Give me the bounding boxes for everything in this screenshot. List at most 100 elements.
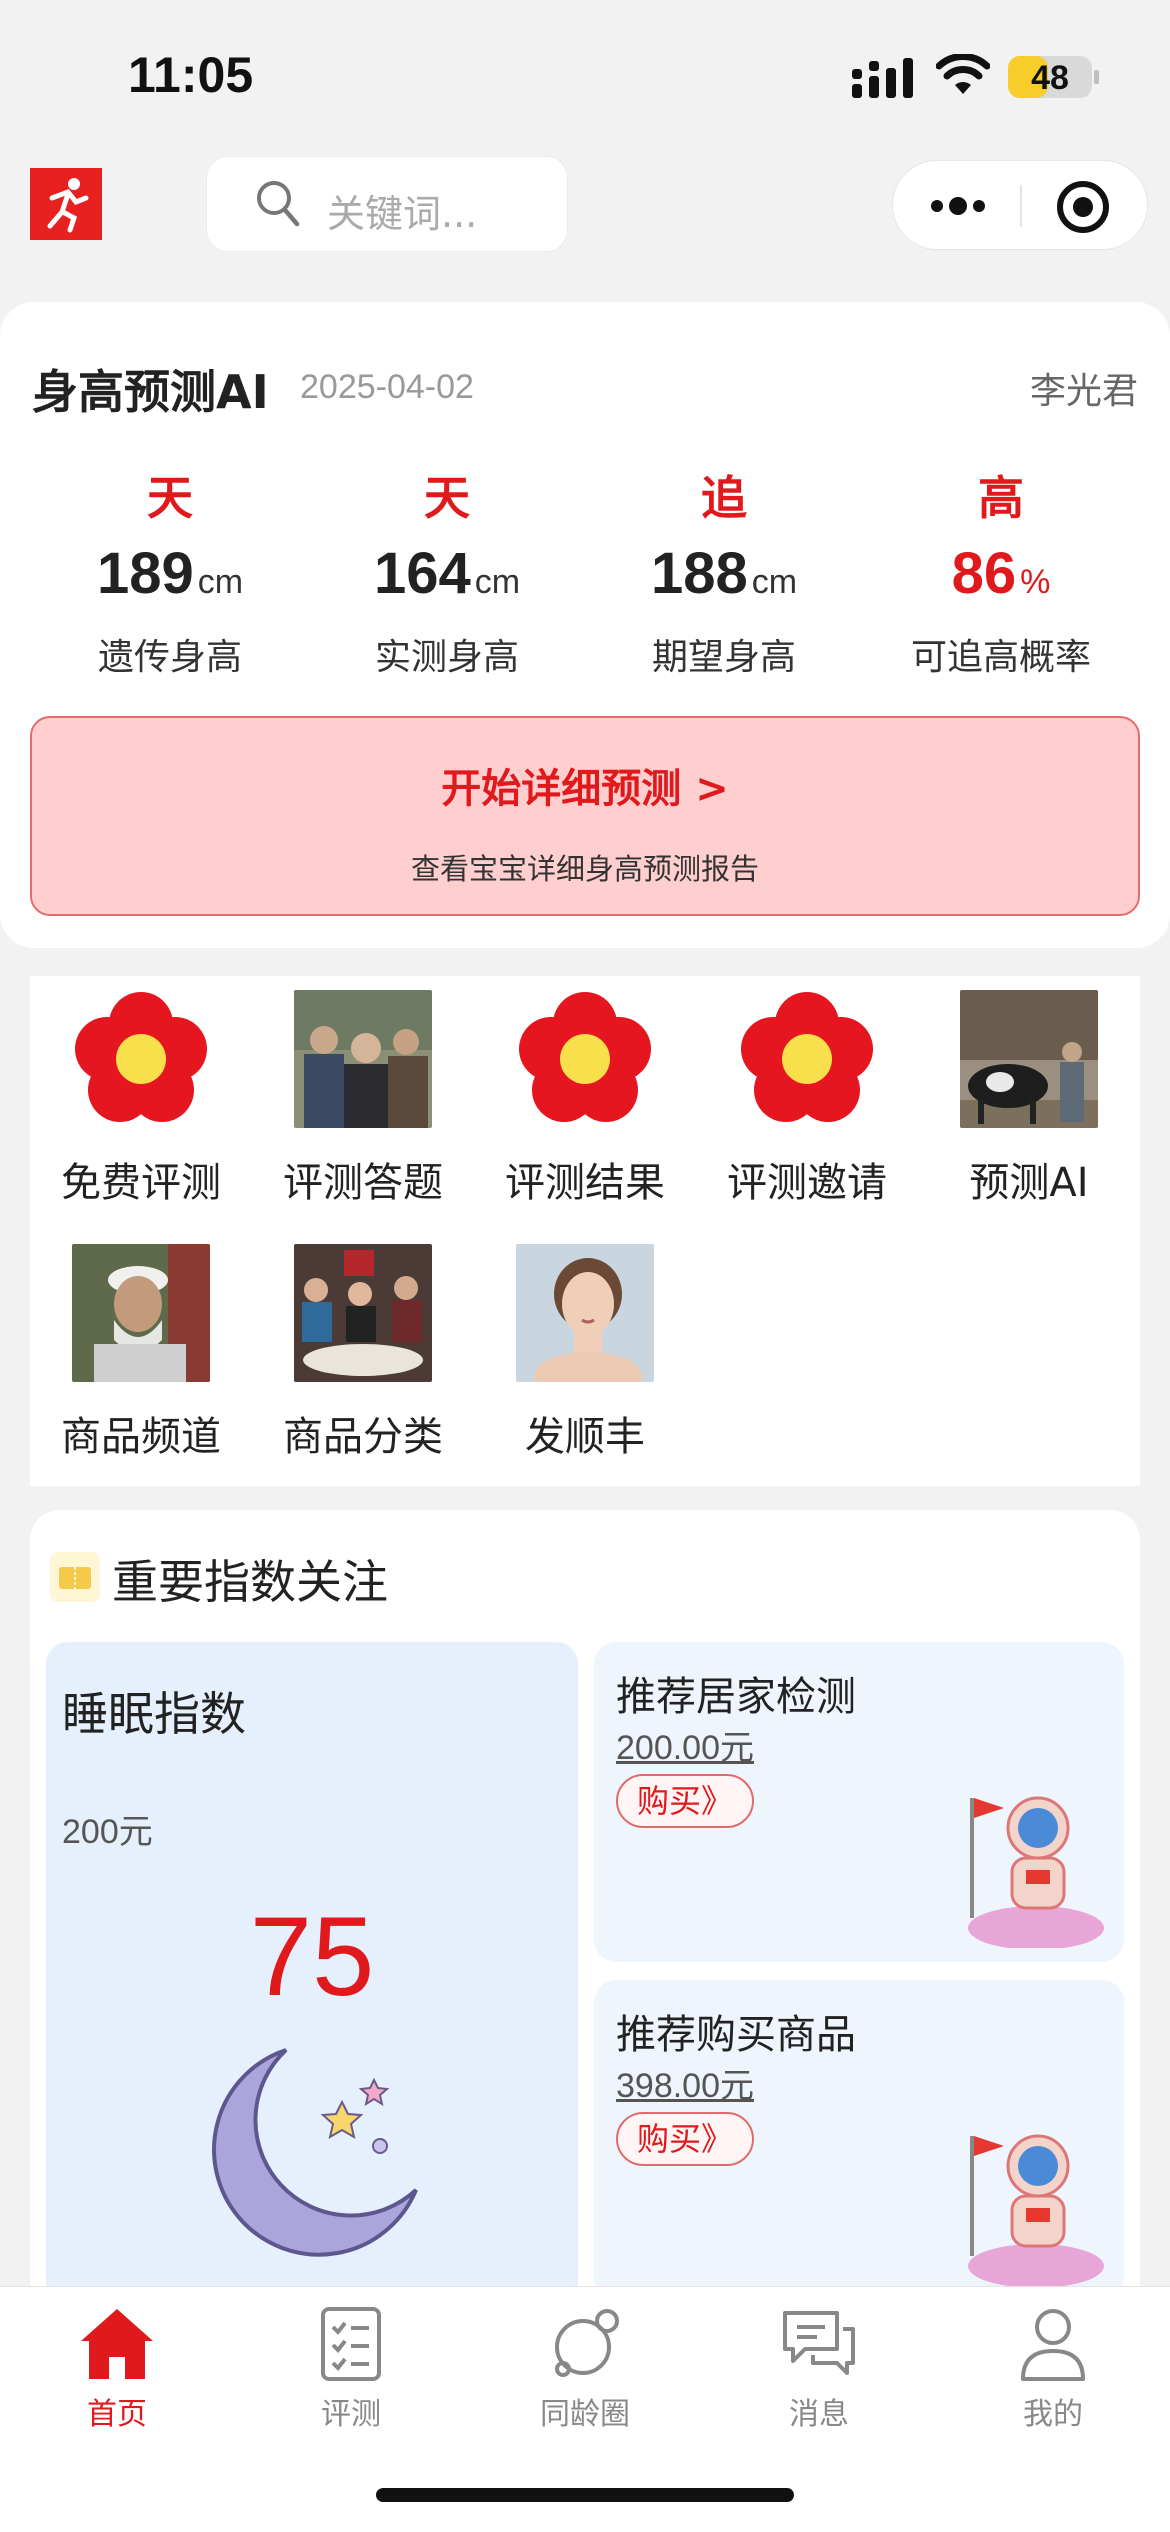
photo-old-man [72,1244,210,1382]
recommend-price: 398.00元 [616,2067,754,2105]
home-indicator [376,2488,794,2502]
sleep-index-title: 睡眠指数 [62,1687,246,1741]
stat-label: 遗传身高 [97,637,242,678]
start-prediction-subtitle: 查看宝宝详细身高预测报告 [410,852,759,886]
tab-test[interactable]: 评测 [234,2301,468,2433]
tab-peer-circle[interactable]: 同龄圈 [468,2301,702,2433]
photo-elderly-people [294,990,432,1128]
red-flower-icon [741,992,873,1122]
menu-label: 评测邀请 [727,1160,887,1206]
recommend-title: 推荐居家检测 [616,1674,856,1720]
home-icon [81,2309,153,2379]
menu-label: 评测结果 [505,1160,665,1206]
red-flower-icon [75,992,207,1122]
ticket-icon [50,1552,100,1602]
search-placeholder: 关键词... [327,192,478,236]
stat-measured-height: 天 164 cm 实测身高 [307,462,587,680]
buy-button[interactable]: 购买》 [616,2112,754,2166]
menu-item-prediction-ai[interactable]: 预测AI [918,990,1140,1208]
tab-messages[interactable]: 消息 [702,2301,936,2433]
prediction-date: 2025-04-02 [300,368,474,406]
tab-label: 评测 [321,2397,381,2432]
menu-item-product-channel[interactable]: 商品频道 [30,1244,252,1462]
tab-home[interactable]: 首页 [0,2301,234,2433]
menu-label: 评测答题 [283,1160,443,1206]
recommend-product-card[interactable]: 推荐购买商品 398.00元 购买》 [594,1980,1124,2300]
moon-icon [212,2048,418,2257]
menu-label: 商品分类 [283,1414,443,1460]
stat-unit: % [1020,563,1051,601]
menu-item-test-results[interactable]: 评测结果 [474,990,696,1208]
battery-tip [1094,70,1099,84]
recommend-price: 200.00元 [616,1729,754,1767]
record-target-icon[interactable] [1055,179,1111,235]
stat-value: 189 [96,541,194,606]
photo-cow-farm [960,990,1098,1128]
battery-indicator: 48 [1008,56,1092,98]
tab-mine[interactable]: 我的 [936,2301,1170,2433]
sleep-index-price: 200元 [62,1813,153,1851]
menu-label: 免费评测 [61,1160,221,1206]
more-dots-icon[interactable] [927,191,989,221]
index-section-title: 重要指数关注 [112,1555,388,1609]
menu-label: 预测AI [969,1160,1089,1206]
recommend-title: 推荐购买商品 [616,2012,856,2058]
menu-item-free-test[interactable]: 免费评测 [30,990,252,1208]
photo-family-dinner [294,1244,432,1382]
tab-label: 同龄圈 [540,2397,630,2432]
tab-label: 消息 [789,2397,849,2432]
search-bar[interactable]: 关键词... [206,156,568,252]
tab-label: 我的 [1023,2397,1083,2432]
status-bar: 11:05 48 [0,0,1170,150]
planet-icon [555,2309,619,2377]
astronaut-icon [968,2134,1104,2286]
stat-tag: 天 [424,471,470,525]
sleep-index-card[interactable]: 睡眠指数 200元 75 [46,1642,578,2310]
wifi-icon [936,54,990,94]
sleep-index-score: 75 [249,1894,375,2019]
prediction-title: 身高预测AI [32,365,269,419]
stat-expected-height: 追 188 cm 期望身高 [584,462,864,680]
menu-item-sf-express[interactable]: 发顺丰 [474,1244,696,1462]
stat-unit: cm [751,563,798,601]
status-time: 11:05 [128,47,254,103]
runner-logo-icon[interactable] [30,168,102,240]
search-icon [257,181,300,227]
stat-label: 可追高概率 [910,637,1091,678]
red-flower-icon [519,992,651,1122]
stat-label: 期望身高 [651,637,796,678]
stat-value: 86 [951,541,1017,606]
prediction-user: 李光君 [1029,371,1138,412]
photo-woman-face [516,1244,654,1400]
capsule-divider [1020,185,1022,227]
checklist-icon [321,2307,381,2381]
stat-label: 实测身高 [374,637,519,678]
cellular-signal-icon [852,58,913,98]
stat-catchup-probability: 高 86% 可追高概率 [861,462,1141,680]
important-index-card: 重要指数关注 睡眠指数 200元 75 推荐居家检测 200.00元 购买》 推… [30,1510,1140,2310]
stat-value: 164 [373,541,471,606]
recommend-home-test-card[interactable]: 推荐居家检测 200.00元 购买》 [594,1642,1124,1962]
start-detailed-prediction-button[interactable]: 开始详细预测 > 查看宝宝详细身高预测报告 [30,716,1140,916]
tab-label: 首页 [87,2397,147,2432]
stat-tag: 高 [978,471,1024,525]
start-prediction-label: 开始详细预测 > [441,766,729,812]
stat-unit: cm [474,563,521,601]
astronaut-icon [968,1796,1104,1948]
stat-unit: cm [197,563,244,601]
menu-item-product-category[interactable]: 商品分类 [252,1244,474,1462]
menu-item-test-questions[interactable]: 评测答题 [252,990,474,1208]
miniprogram-capsule [892,160,1148,250]
menu-item-test-invite[interactable]: 评测邀请 [696,990,918,1208]
feature-grid: 免费评测 评测答题 评测结果 评测邀请 预测AI 商品频道 商品分类 发顺丰 [30,976,1140,1486]
chat-icon [783,2311,855,2375]
user-icon [1021,2309,1085,2381]
stat-genetic-height: 天 189 cm 遗传身高 [30,462,310,680]
buy-button[interactable]: 购买》 [616,1774,754,1828]
stat-tag: 天 [147,471,193,525]
battery-percent: 48 [1031,59,1069,97]
menu-label: 商品频道 [61,1414,221,1460]
stat-value: 188 [650,541,748,606]
menu-label: 发顺丰 [525,1414,645,1460]
stat-tag: 追 [701,471,747,525]
